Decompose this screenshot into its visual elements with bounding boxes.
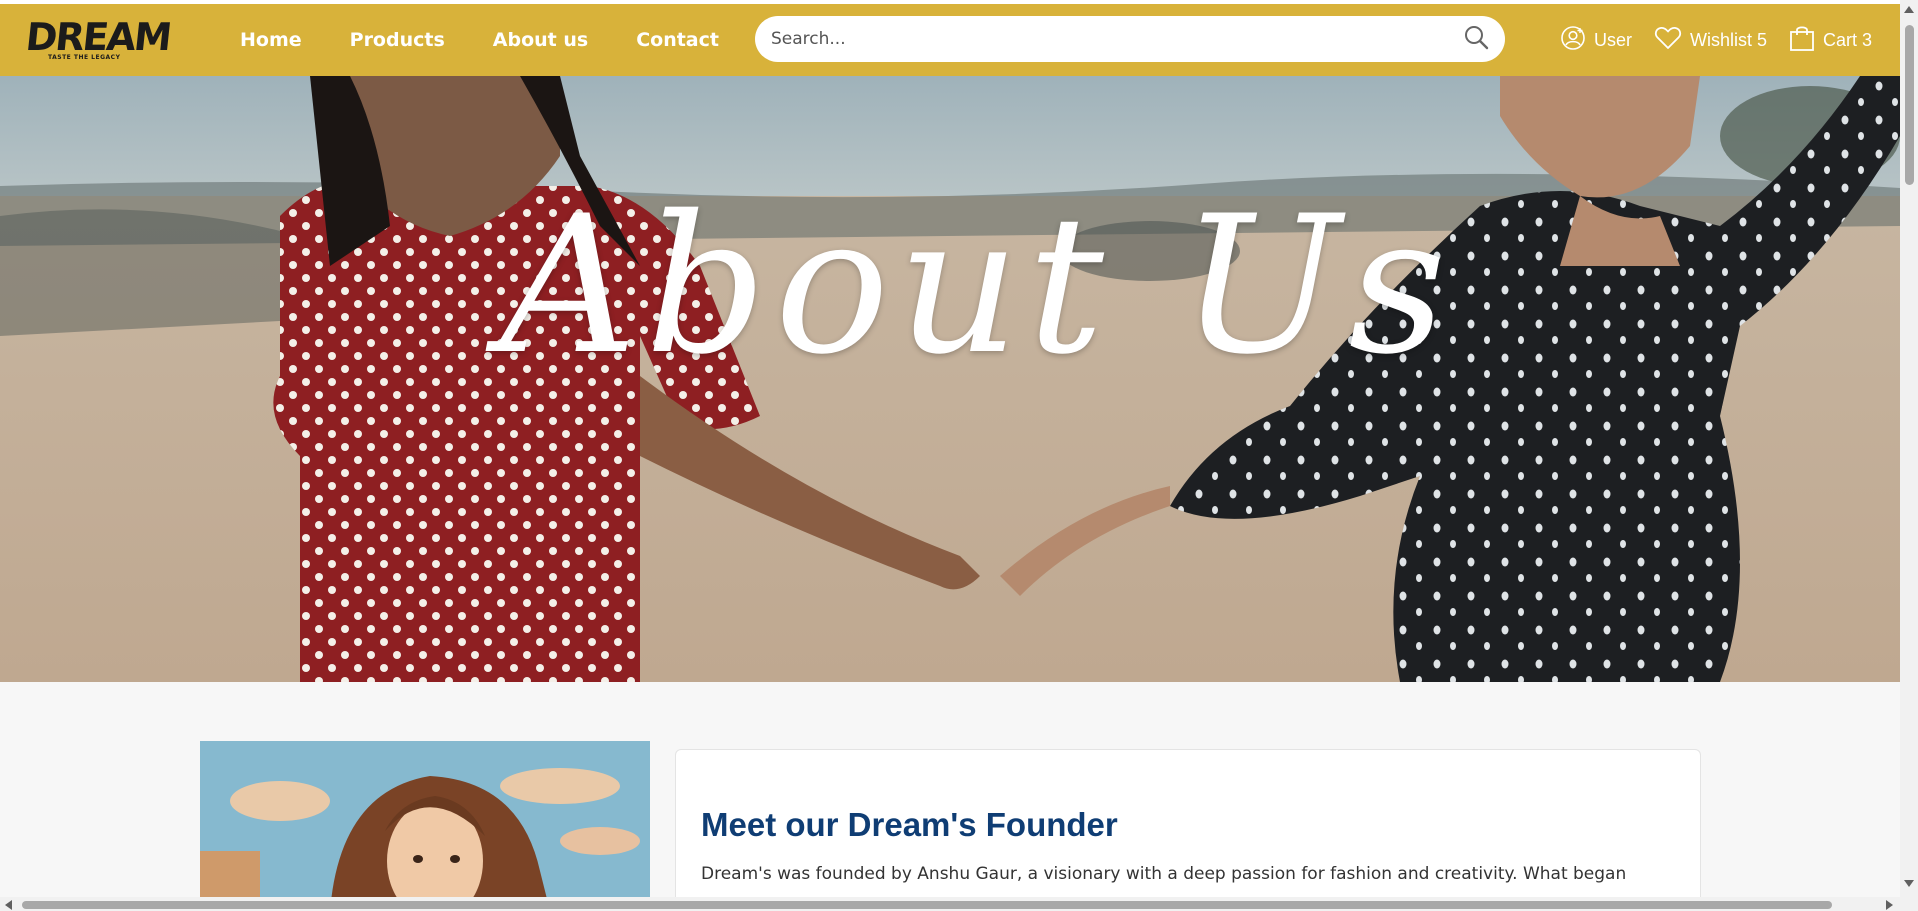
heart-icon bbox=[1654, 25, 1690, 56]
scroll-up-arrow-icon[interactable] bbox=[1904, 6, 1914, 13]
horizontal-scroll-thumb[interactable] bbox=[22, 901, 1832, 909]
navbar: DREAM TASTE THE LEGACY Home Products Abo… bbox=[0, 4, 1900, 76]
nav-link-about[interactable]: About us bbox=[493, 29, 588, 51]
wishlist-label: Wishlist 5 bbox=[1690, 29, 1768, 50]
about-hero-banner: About Us bbox=[0, 76, 1900, 682]
founder-heading: Meet our Dream's Founder bbox=[701, 806, 1118, 843]
shopping-bag-icon bbox=[1789, 24, 1823, 57]
founder-section: Meet our Dream's Founder Dream's was fou… bbox=[0, 682, 1900, 911]
nav-actions: User Wishlist 5 Cart 3 bbox=[1560, 4, 1894, 76]
brand-logo[interactable]: DREAM TASTE THE LEGACY bbox=[23, 15, 173, 64]
scroll-left-arrow-icon[interactable] bbox=[5, 900, 12, 910]
founder-portrait bbox=[200, 741, 650, 911]
cart-label: Cart 3 bbox=[1823, 29, 1873, 50]
founder-text: Dream's was founded by Anshu Gaur, a vis… bbox=[701, 864, 1627, 884]
logo-text: DREAM bbox=[23, 15, 173, 59]
cart-button[interactable]: Cart 3 bbox=[1789, 24, 1872, 57]
founder-card: Meet our Dream's Founder Dream's was fou… bbox=[675, 749, 1701, 911]
vertical-scrollbar[interactable] bbox=[1900, 0, 1918, 911]
user-icon bbox=[1560, 25, 1594, 56]
search-input[interactable] bbox=[771, 29, 1463, 49]
hero-title: About Us bbox=[500, 175, 1454, 396]
main-nav: Home Products About us Contact bbox=[240, 4, 767, 76]
user-button[interactable]: User bbox=[1560, 25, 1632, 56]
scroll-down-arrow-icon[interactable] bbox=[1904, 880, 1914, 887]
search-bar bbox=[755, 16, 1505, 62]
wishlist-button[interactable]: Wishlist 5 bbox=[1654, 25, 1767, 56]
nav-link-products[interactable]: Products bbox=[350, 29, 445, 51]
nav-link-contact[interactable]: Contact bbox=[636, 29, 719, 51]
nav-link-home[interactable]: Home bbox=[240, 29, 302, 51]
scroll-right-arrow-icon[interactable] bbox=[1886, 900, 1893, 910]
vertical-scroll-thumb[interactable] bbox=[1905, 25, 1914, 185]
user-label: User bbox=[1594, 29, 1633, 50]
horizontal-scrollbar[interactable] bbox=[0, 897, 1900, 911]
search-icon[interactable] bbox=[1463, 24, 1489, 54]
